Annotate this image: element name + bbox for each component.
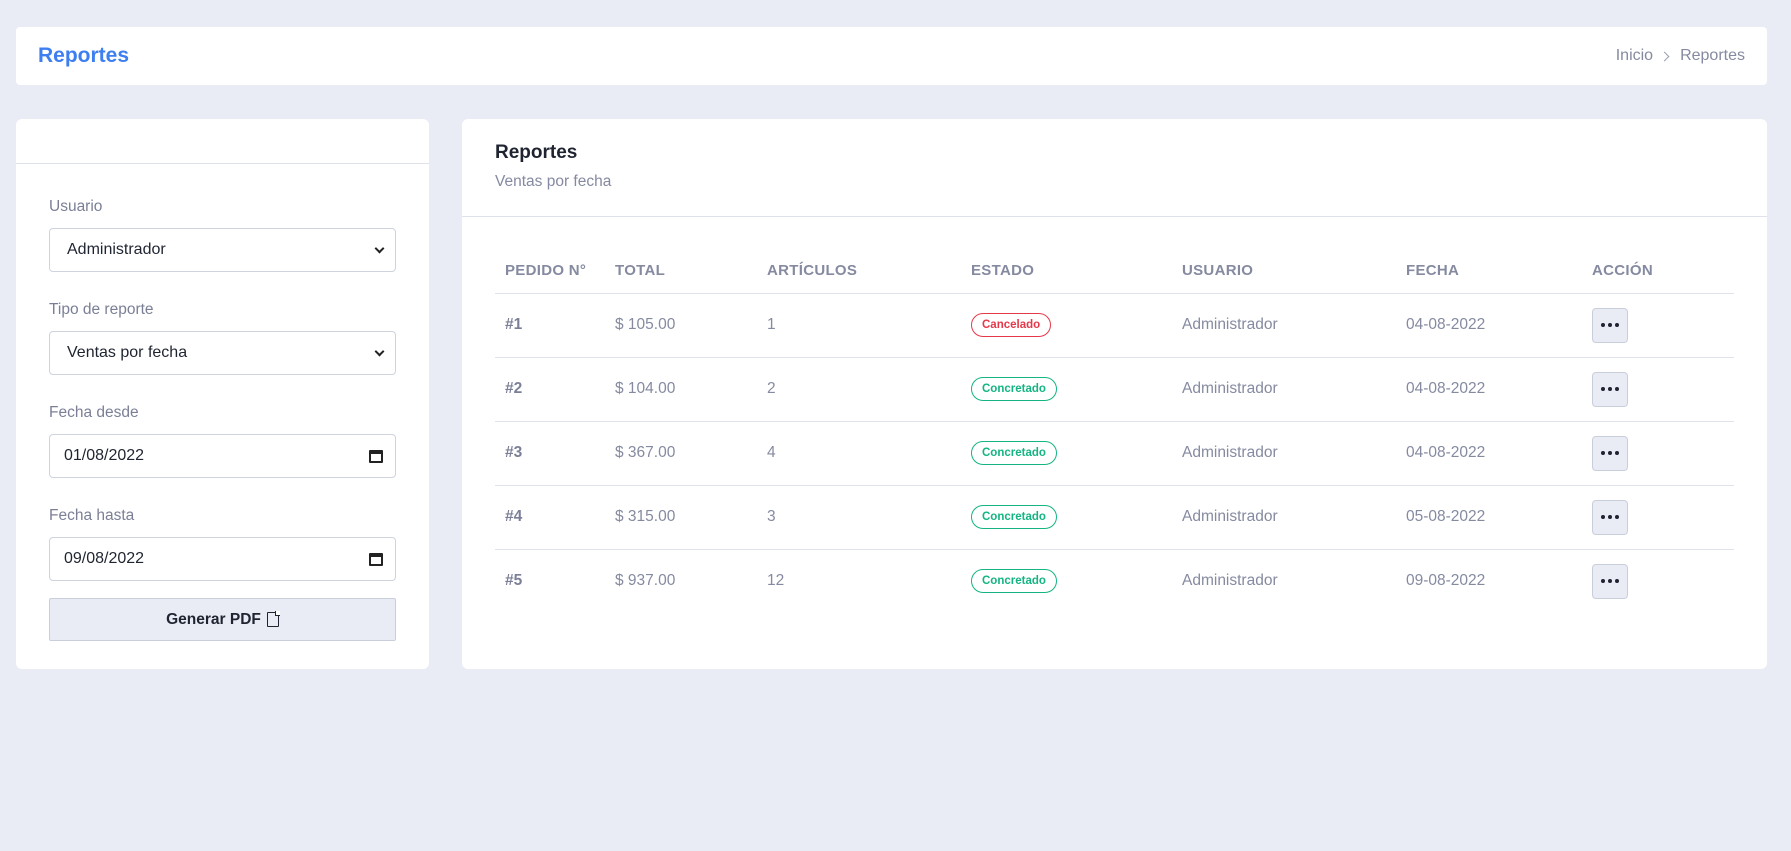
- cell-action: [1582, 485, 1734, 550]
- cell-total: $ 937.00: [615, 572, 676, 590]
- report-table: PEDIDO N° TOTAL ARTÍCULOS ESTADO USUARIO…: [495, 249, 1734, 613]
- file-pdf-icon: [266, 611, 280, 627]
- cell-user: Administrador: [1172, 293, 1396, 358]
- more-actions-button[interactable]: [1592, 307, 1628, 343]
- usuario-label: Usuario: [49, 198, 103, 215]
- cell-order-id: #1: [495, 293, 605, 358]
- calendar-icon[interactable]: [369, 552, 383, 566]
- top-bar: Reportes Inicio Reportes: [16, 27, 1767, 85]
- cell-order-id: #5: [505, 572, 523, 590]
- column-header-usuario[interactable]: USUARIO: [1172, 249, 1396, 294]
- cell-items: 2: [757, 357, 961, 422]
- ellipsis-icon: [1601, 451, 1605, 455]
- fecha-desde-input[interactable]: 01/08/2022: [49, 434, 396, 478]
- page-title: Reportes: [38, 44, 130, 67]
- table-row: #1 $ 105.00 1 Cancelado Administrador 04…: [495, 293, 1734, 358]
- cell-total: $ 315.00: [605, 485, 757, 550]
- cell-user: Administrador: [1172, 357, 1396, 422]
- breadcrumb-home-link[interactable]: Inicio: [1616, 47, 1653, 65]
- usuario-select-value: Administrador: [67, 241, 166, 258]
- more-actions-button[interactable]: [1592, 371, 1628, 407]
- cell-total: $ 105.00: [605, 293, 757, 358]
- cell-date: 05-08-2022: [1396, 485, 1582, 550]
- cell-action: [1582, 357, 1734, 422]
- table-row: #3 $ 367.00 4 Concretado Administrador 0…: [495, 421, 1734, 486]
- breadcrumb: Inicio Reportes: [1616, 47, 1745, 65]
- cell-total: $ 367.00: [605, 421, 757, 486]
- cell-items: 4: [757, 421, 961, 486]
- more-actions-button[interactable]: [1592, 435, 1628, 471]
- report-subtitle: Ventas por fecha: [495, 173, 612, 190]
- cell-user: Administrador: [1172, 485, 1396, 550]
- ellipsis-icon: [1601, 323, 1605, 327]
- ellipsis-icon: [1601, 515, 1605, 519]
- status-badge: Concretado: [971, 569, 1057, 594]
- cell-status: Concretado: [961, 549, 1172, 613]
- cell-items: 1: [757, 293, 961, 358]
- status-badge: Concretado: [971, 441, 1057, 465]
- tipo-reporte-select[interactable]: Ventas por fecha: [49, 331, 396, 375]
- cell-order-id: #3: [495, 421, 605, 486]
- cell-items: 12: [767, 572, 785, 590]
- chevron-right-icon: [1659, 51, 1670, 61]
- column-header-estado[interactable]: ESTADO: [961, 249, 1172, 294]
- breadcrumb-current: Reportes: [1680, 47, 1745, 64]
- filter-card-header: [16, 119, 429, 164]
- cell-status: Cancelado: [961, 293, 1172, 358]
- report-title: Reportes: [495, 142, 578, 163]
- fecha-desde-label: Fecha desde: [49, 404, 139, 421]
- cell-order-id: #4: [495, 485, 605, 550]
- cell-user: Administrador: [1182, 572, 1278, 590]
- cell-action: [1582, 549, 1734, 613]
- cell-date: 04-08-2022: [1396, 421, 1582, 486]
- cell-user: Administrador: [1172, 421, 1396, 486]
- more-actions-button[interactable]: [1592, 499, 1628, 535]
- report-card-header: Reportes Ventas por fecha: [462, 119, 1767, 217]
- generate-pdf-button[interactable]: Generar PDF: [49, 598, 396, 641]
- table-row: #2 $ 104.00 2 Concretado Administrador 0…: [495, 357, 1734, 422]
- cell-items: 3: [757, 485, 961, 550]
- fecha-hasta-value: 09/08/2022: [64, 550, 145, 567]
- fecha-hasta-label: Fecha hasta: [49, 507, 135, 524]
- table-row: #5 $ 937.00 12 Concretado Administrador …: [495, 549, 1734, 613]
- table-header-row: PEDIDO N° TOTAL ARTÍCULOS ESTADO USUARIO…: [495, 249, 1734, 294]
- status-badge: Concretado: [971, 505, 1057, 529]
- chevron-down-icon: [374, 346, 385, 356]
- status-badge: Concretado: [971, 377, 1057, 401]
- tipo-reporte-label: Tipo de reporte: [49, 301, 154, 318]
- fecha-desde-value: 01/08/2022: [64, 447, 145, 464]
- cell-action: [1582, 421, 1734, 486]
- cell-date: 04-08-2022: [1396, 357, 1582, 422]
- cell-total: $ 104.00: [605, 357, 757, 422]
- usuario-select[interactable]: Administrador: [49, 228, 396, 272]
- column-header-articulos[interactable]: ARTÍCULOS: [757, 249, 961, 294]
- cell-action: [1582, 293, 1734, 358]
- filter-card: Usuario Administrador Tipo de reporte Ve…: [16, 119, 429, 669]
- cell-date: 09-08-2022: [1406, 572, 1486, 590]
- ellipsis-icon: [1601, 579, 1605, 584]
- calendar-icon[interactable]: [369, 449, 383, 463]
- filter-form: Usuario Administrador Tipo de reporte Ve…: [16, 164, 429, 641]
- column-header-total[interactable]: TOTAL: [605, 249, 757, 294]
- ellipsis-icon: [1601, 387, 1605, 391]
- column-header-accion: ACCIÓN: [1582, 249, 1734, 294]
- generate-pdf-label: Generar PDF: [166, 610, 261, 628]
- cell-status: Concretado: [961, 485, 1172, 550]
- more-actions-button[interactable]: [1592, 563, 1628, 599]
- tipo-reporte-select-value: Ventas por fecha: [67, 344, 188, 361]
- cell-date: 04-08-2022: [1396, 293, 1582, 358]
- cell-status: Concretado: [961, 421, 1172, 486]
- cell-status: Concretado: [961, 357, 1172, 422]
- cell-order-id: #2: [495, 357, 605, 422]
- fecha-hasta-input[interactable]: 09/08/2022: [49, 537, 396, 581]
- column-header-fecha[interactable]: FECHA: [1396, 249, 1582, 294]
- report-card: Reportes Ventas por fecha PEDIDO N° TOTA…: [462, 119, 1767, 669]
- status-badge: Cancelado: [971, 313, 1052, 337]
- column-header-pedido[interactable]: PEDIDO N°: [495, 249, 605, 294]
- chevron-down-icon: [374, 243, 385, 253]
- table-row: #4 $ 315.00 3 Concretado Administrador 0…: [495, 485, 1734, 550]
